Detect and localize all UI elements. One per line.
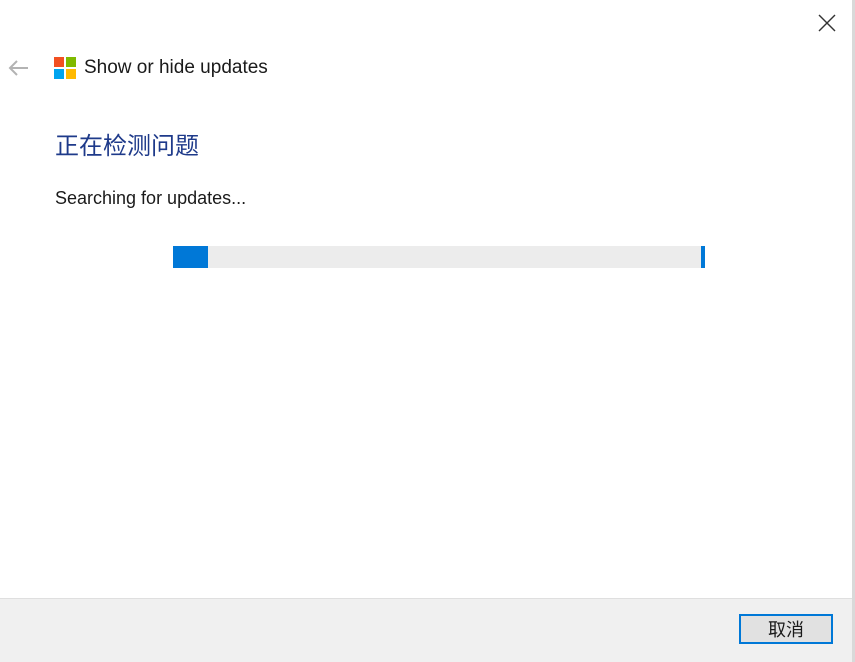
close-icon (818, 14, 836, 32)
progress-fill (173, 246, 208, 268)
close-button[interactable] (812, 8, 842, 38)
windows-logo-icon (54, 57, 76, 79)
progress-end-marker (701, 246, 705, 268)
logo-square-red (54, 57, 64, 67)
logo-square-yellow (66, 69, 76, 79)
app-title: Show or hide updates (84, 57, 268, 78)
back-button[interactable] (4, 54, 34, 82)
logo-square-green (66, 57, 76, 67)
status-text: Searching for updates... (55, 188, 247, 208)
back-arrow-icon (8, 60, 28, 76)
title-bar: Show or hide updates (54, 56, 268, 80)
progress-bar (173, 246, 705, 268)
page-heading: 正在检测问题 (55, 132, 199, 160)
footer-bar: 取消 (0, 598, 852, 662)
cancel-button[interactable]: 取消 (739, 614, 833, 644)
logo-square-blue (54, 69, 64, 79)
dialog-window: Show or hide updates 正在检测问题 Searching fo… (0, 0, 855, 662)
